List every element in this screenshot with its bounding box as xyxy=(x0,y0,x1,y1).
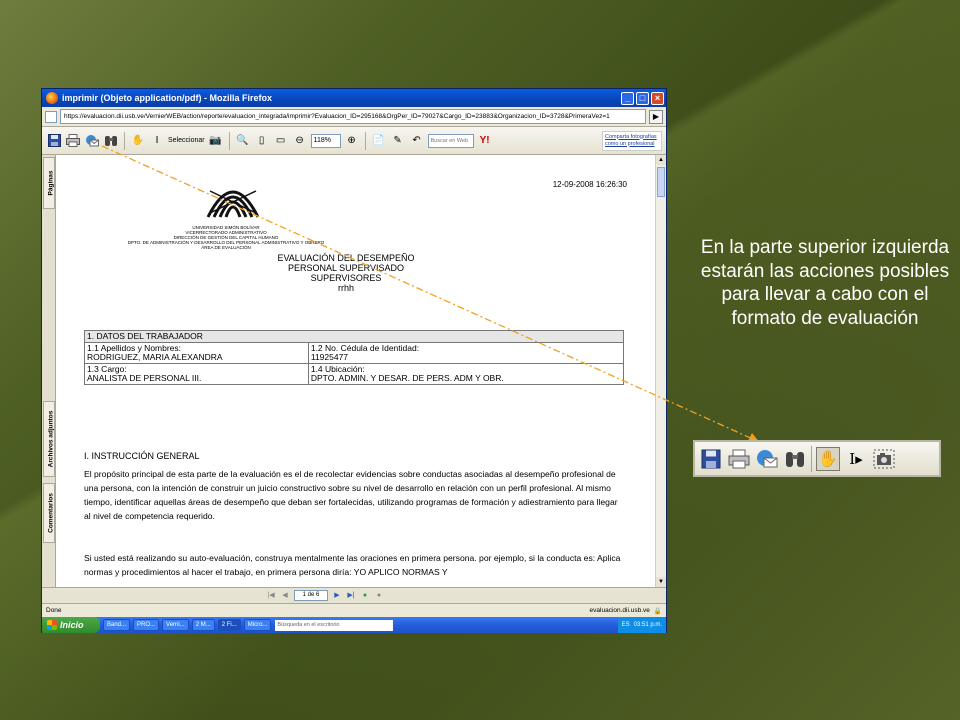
zoom-plus-icon[interactable]: ⊕ xyxy=(344,133,360,149)
print-icon xyxy=(727,447,751,471)
desktop-search-input[interactable]: Búsqueda en el escritorio xyxy=(275,619,394,631)
actual-size-icon[interactable]: ▯ xyxy=(254,133,270,149)
toolbar-separator xyxy=(124,131,125,150)
scroll-up-icon[interactable]: ▲ xyxy=(656,155,666,165)
search-binoculars-icon xyxy=(783,447,807,471)
minimize-button[interactable]: _ xyxy=(621,91,634,105)
web-search-input[interactable]: Buscar en Web xyxy=(427,133,474,148)
institution-line: ÁREA DE EVALUACIÓN xyxy=(201,245,251,250)
site-icon xyxy=(45,110,57,123)
institution-header: UNIVERSIDAD SIMÓN BOLÍVAR VICERRECTORADO… xyxy=(126,225,326,250)
status-text: Done xyxy=(46,607,62,614)
save-icon[interactable] xyxy=(46,133,62,149)
back-view-icon[interactable]: ● xyxy=(360,591,370,601)
snapshot-icon[interactable]: 📷 xyxy=(208,133,224,149)
fit-page-icon[interactable]: ▭ xyxy=(273,133,289,149)
start-button[interactable]: Inicio xyxy=(42,617,100,633)
section-title: I. INSTRUCCIÓN GENERAL xyxy=(84,451,200,461)
windows-logo-icon xyxy=(47,620,57,630)
toolbar-separator xyxy=(811,445,812,472)
scroll-thumb[interactable] xyxy=(657,167,665,197)
zoom-in-icon[interactable]: 🔍 xyxy=(235,133,251,149)
next-page-icon[interactable]: ▶ xyxy=(332,591,342,601)
title-line: EVALUACIÓN DEL DESEMPEÑO xyxy=(277,253,415,263)
vertical-scrollbar[interactable]: ▲ ▼ xyxy=(655,155,666,587)
table-cell: 1.4 Ubicación: DPTO. ADMIN. Y DESAR. DE P… xyxy=(307,363,625,385)
paragraph: Si usted está realizando su auto-evaluac… xyxy=(84,553,621,577)
page-number-input[interactable]: 1 de 6 xyxy=(294,590,328,601)
url-input[interactable]: https://evaluacion.dii.usb.ve/VernierWEB… xyxy=(60,109,646,124)
zoom-level-input[interactable]: 118% xyxy=(310,133,341,148)
yahoo-icon[interactable]: Y! xyxy=(477,133,493,149)
hand-tool-icon[interactable]: ✋ xyxy=(130,133,146,149)
table-header: 1. DATOS DEL TRABAJADOR xyxy=(84,330,624,343)
go-button[interactable]: ▶ xyxy=(649,109,663,124)
firefox-icon xyxy=(46,92,58,104)
select-label[interactable]: Seleccionar xyxy=(168,137,205,144)
promo-link[interactable]: Comparta fotografías como un profesional xyxy=(602,130,662,151)
table-cell: 1.3 Cargo: ANALISTA DE PERSONAL III. xyxy=(84,363,309,385)
email-icon xyxy=(755,447,779,471)
university-logo xyxy=(206,190,260,218)
sign-icon[interactable]: ✎ xyxy=(390,133,406,149)
first-page-icon[interactable]: |◀ xyxy=(266,591,276,601)
pdf-content-area: Páginas Archivos adjuntos Comentarios 12… xyxy=(42,155,666,587)
taskbar-button[interactable]: Verni... xyxy=(162,619,189,631)
url-bar: https://evaluacion.dii.usb.ve/VernierWEB… xyxy=(42,107,666,127)
table-cell: 1.1 Apellidos y Nombres: RODRIGUEZ, MARIA… xyxy=(84,342,309,364)
title-line: SUPERVISORES xyxy=(310,273,382,283)
toolbar-separator xyxy=(364,131,366,150)
scroll-down-icon[interactable]: ▼ xyxy=(656,577,666,587)
pdf-page: 12-09-2008 16:26:30 UNIVERSIDAD SIMÓN BO… xyxy=(56,155,655,587)
tab-attachments[interactable]: Archivos adjuntos xyxy=(43,401,55,477)
lock-icon: 🔒 xyxy=(653,607,662,615)
document-tools-icon[interactable]: 📄 xyxy=(371,133,387,149)
title-line: PERSONAL SUPERVISADO xyxy=(287,263,405,273)
taskbar-button[interactable]: 2 Fi... xyxy=(217,619,241,631)
email-icon[interactable] xyxy=(84,133,100,149)
slide-caption: En la parte superior izquierda estarán l… xyxy=(700,237,950,329)
toolbar-separator xyxy=(228,131,230,150)
system-tray: ES 03:51 p.m. xyxy=(617,617,666,633)
forward-view-icon[interactable]: ● xyxy=(374,591,384,601)
toolbar-zoom-callout: ✋ I▸ xyxy=(693,440,941,477)
side-panel: Páginas Archivos adjuntos Comentarios xyxy=(42,155,56,587)
report-date: 12-09-2008 16:26:30 xyxy=(552,180,627,189)
clock: 03:51 p.m. xyxy=(633,622,662,628)
hand-tool-icon: ✋ xyxy=(816,446,840,471)
print-icon[interactable] xyxy=(65,133,81,149)
paragraph: El propósito principal de esta parte de … xyxy=(84,469,618,521)
zoom-out-icon[interactable]: ⊖ xyxy=(292,133,308,149)
windows-taskbar: Inicio Band... PRO... Verni... 2 M... 2 … xyxy=(42,617,666,633)
rotate-icon[interactable]: ↶ xyxy=(409,133,425,149)
title-line: rrhh xyxy=(337,283,354,293)
select-tool-icon: I▸ xyxy=(849,449,863,468)
taskbar-button[interactable]: Micro... xyxy=(243,619,272,631)
worker-data-table: 1. DATOS DEL TRABAJADOR 1.1 Apellidos y … xyxy=(84,330,625,385)
save-icon xyxy=(699,447,723,471)
firefox-window: imprimir (Objeto application/pdf) - Mozi… xyxy=(41,88,667,633)
document-title: EVALUACIÓN DEL DESEMPEÑO PERSONAL SUPERV… xyxy=(246,253,446,293)
status-domain: evaluacion.dii.usb.ve xyxy=(589,607,650,614)
table-cell: 1.2 No. Cédula de Identidad: 11925477 xyxy=(307,342,625,364)
prev-page-icon[interactable]: ◀ xyxy=(280,591,290,601)
taskbar-button[interactable]: PRO... xyxy=(133,619,160,631)
maximize-button[interactable]: □ xyxy=(636,91,649,105)
window-title: imprimir (Objeto application/pdf) - Mozi… xyxy=(62,93,273,103)
last-page-icon[interactable]: ▶| xyxy=(346,591,356,601)
tab-pages[interactable]: Páginas xyxy=(43,157,55,209)
title-bar: imprimir (Objeto application/pdf) - Mozi… xyxy=(42,89,666,107)
pdf-toolbar: ✋ I Seleccionar 📷 🔍 ▯ ▭ ⊖ 118% ⊕ 📄 ✎ ↶ B… xyxy=(42,127,666,155)
close-button[interactable]: × xyxy=(651,91,664,105)
status-bar: Done evaluacion.dii.usb.ve 🔒 xyxy=(42,603,666,617)
snapshot-icon xyxy=(872,447,896,471)
tab-comments[interactable]: Comentarios xyxy=(43,483,55,543)
language-indicator[interactable]: ES xyxy=(622,622,630,628)
taskbar-button[interactable]: 2 M... xyxy=(191,619,215,631)
taskbar-button[interactable]: Band... xyxy=(103,619,131,631)
page-navigation-bar: |◀ ◀ 1 de 6 ▶ ▶| ● ● xyxy=(42,587,666,603)
select-tool-icon[interactable]: I xyxy=(149,133,165,149)
search-binoculars-icon[interactable] xyxy=(103,133,119,149)
